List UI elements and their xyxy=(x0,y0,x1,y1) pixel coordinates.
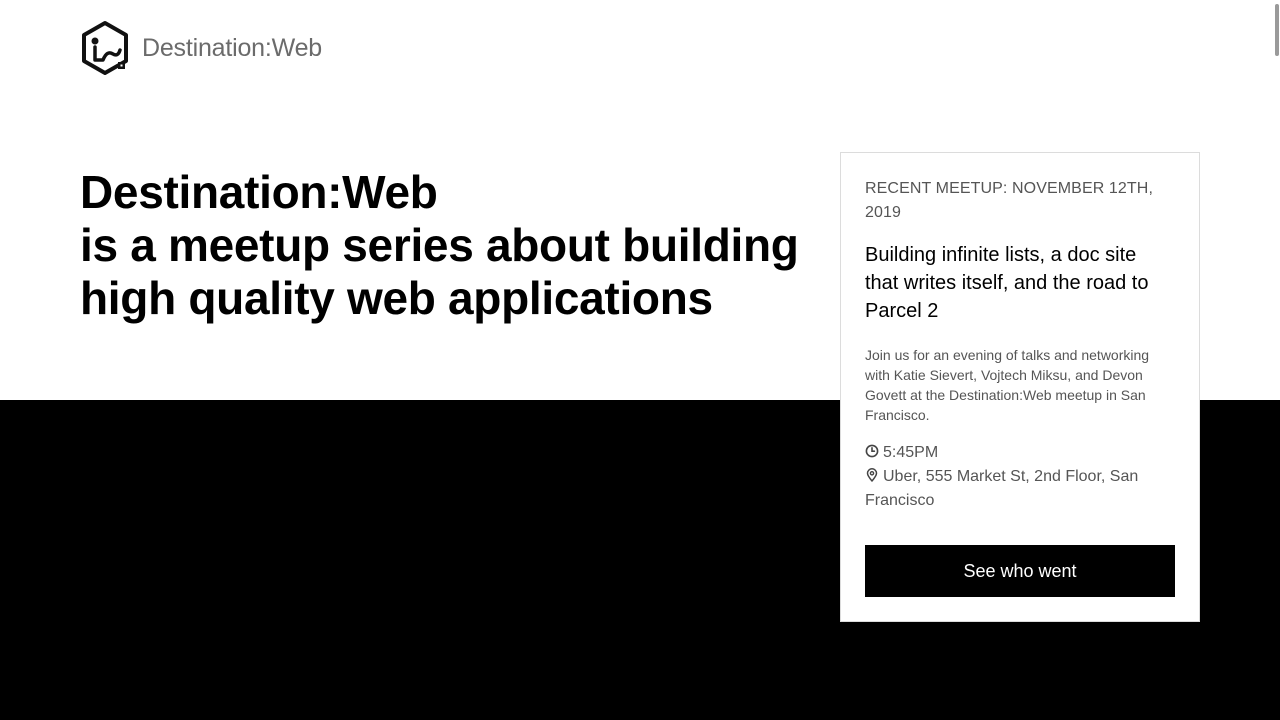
brand-name[interactable]: Destination:Web xyxy=(142,34,322,63)
meetup-title: Building infinite lists, a doc site that… xyxy=(865,244,1149,322)
page: Destination:Web Destination:Web is a mee… xyxy=(0,0,1280,720)
see-who-went-button[interactable]: See who went xyxy=(865,545,1175,597)
meetup-date-label: RECENT MEETUP: NOVEMBER 12TH, 2019 xyxy=(865,180,1153,221)
scrollbar-thumb[interactable] xyxy=(1275,4,1279,56)
hero-heading: Destination:Web is a meetup series about… xyxy=(80,166,820,325)
hero-tagline: is a meetup series about building high q… xyxy=(80,219,799,324)
map-pin-icon xyxy=(866,468,878,482)
hero-title: Destination:Web xyxy=(80,166,438,218)
meetup-location-text: Uber, 555 Market St, 2nd Floor, San Fran… xyxy=(865,468,1139,509)
site-header: Destination:Web xyxy=(80,20,322,76)
meetup-description: Join us for an evening of talks and netw… xyxy=(865,347,1150,423)
meetup-location: Uber, 555 Market St, 2nd Floor, San Fran… xyxy=(865,465,1175,513)
meetup-time: 5:45PM xyxy=(865,441,1175,465)
recent-meetup-card: RECENT MEETUP: NOVEMBER 12TH, 2019 Build… xyxy=(840,152,1200,622)
page-scrollbar[interactable] xyxy=(1274,0,1280,720)
meetup-time-text: 5:45PM xyxy=(883,444,939,461)
logo-icon xyxy=(82,21,128,75)
meetup-details: 5:45PM Uber, 555 Market St, 2nd Floor, S… xyxy=(865,441,1175,513)
logo-link[interactable] xyxy=(80,20,130,76)
clock-icon xyxy=(865,444,879,458)
